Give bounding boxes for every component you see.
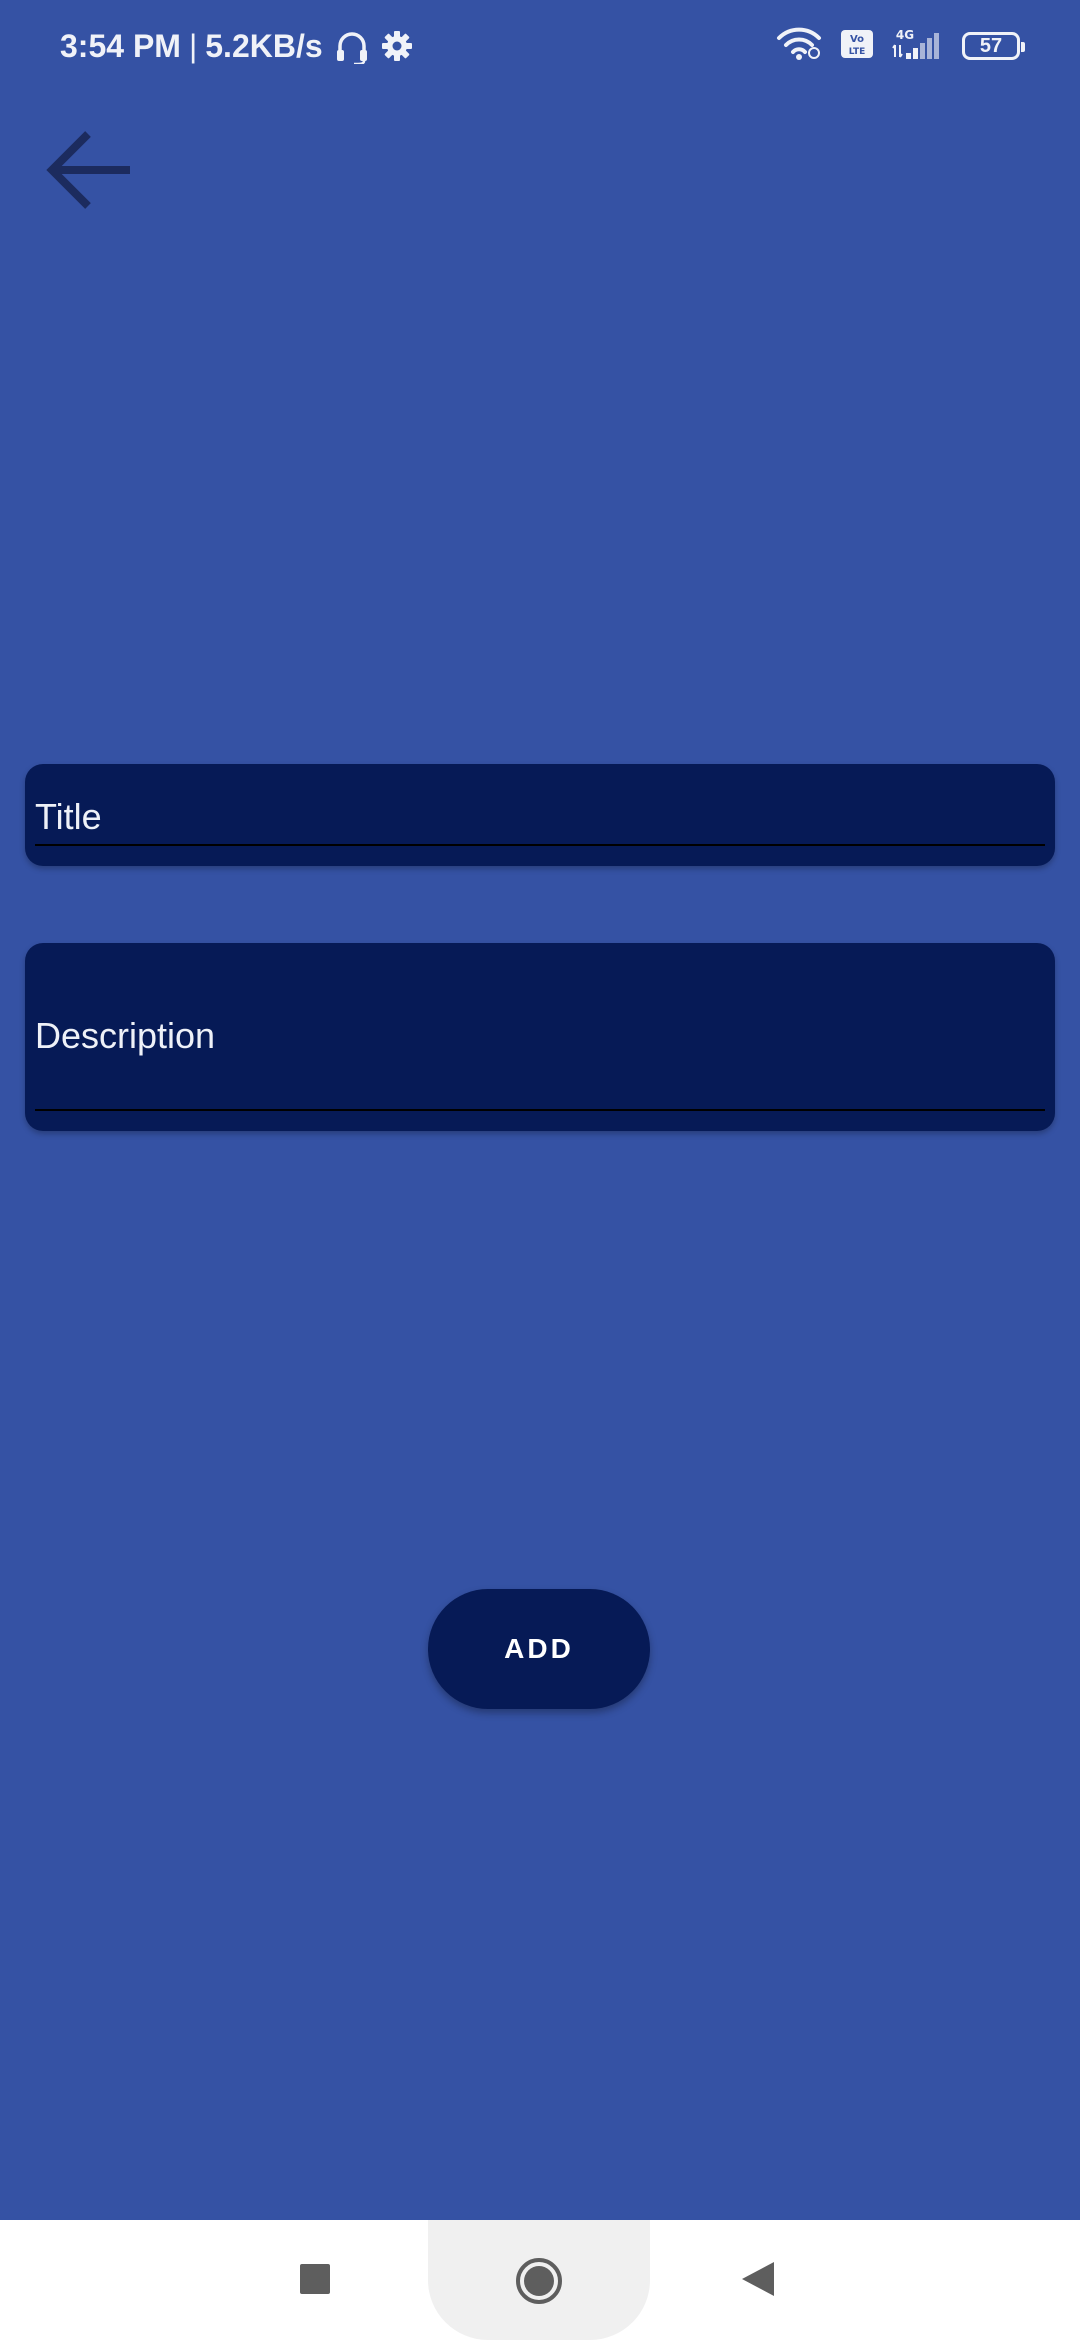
svg-text:LTE: LTE [849, 47, 866, 57]
nav-back-button[interactable] [742, 2262, 774, 2296]
description-input[interactable]: Description [25, 943, 1055, 1131]
title-input[interactable]: Title [25, 764, 1055, 866]
title-underline [35, 844, 1045, 846]
home-button[interactable] [516, 2258, 562, 2304]
battery-level: 57 [979, 34, 1003, 57]
status-bar-right: Vo LTE 4G 57 [776, 26, 1025, 66]
svg-text:4G: 4G [896, 28, 914, 42]
headset-icon [335, 28, 369, 64]
description-underline [35, 1109, 1045, 1111]
status-separator: | [188, 27, 198, 64]
status-bar-left: 3:54 PM | 5.2KB/s [60, 25, 413, 67]
add-button[interactable]: ADD [428, 1589, 650, 1709]
battery-icon: 57 [962, 32, 1025, 60]
navigation-bar [0, 2220, 1080, 2340]
status-bar: 3:54 PM | 5.2KB/s Vo LTE 4G 57 [0, 0, 1080, 92]
arrow-left-icon [46, 131, 130, 209]
settings-icon [381, 30, 413, 62]
recents-button[interactable] [300, 2264, 330, 2294]
back-button[interactable] [38, 118, 142, 222]
volte-icon: Vo LTE [840, 29, 874, 64]
signal-4g-icon: 4G [892, 27, 944, 66]
network-speed: 5.2KB/s [205, 27, 323, 64]
title-placeholder: Title [35, 796, 102, 837]
status-time: 3:54 PM [60, 27, 181, 64]
wifi-icon [776, 27, 822, 66]
description-placeholder: Description [35, 1015, 216, 1056]
svg-text:Vo: Vo [850, 34, 864, 45]
